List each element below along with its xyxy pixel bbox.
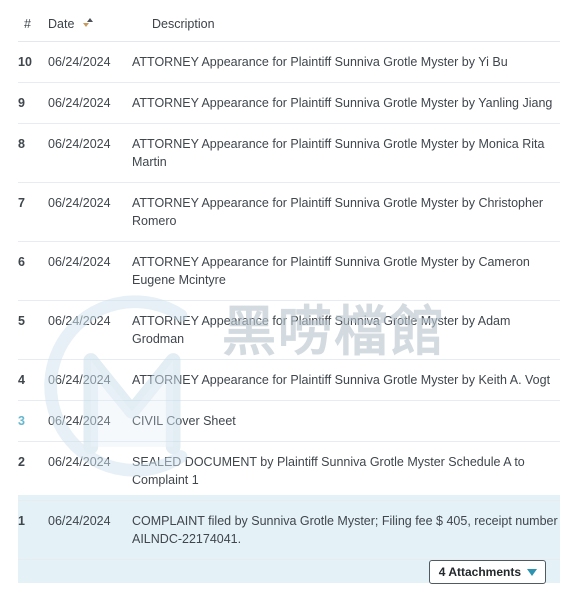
sort-down-arrow-icon xyxy=(82,23,89,27)
row-number: 10 xyxy=(18,41,48,83)
column-header-description-label: Description xyxy=(152,17,215,31)
table-row[interactable]: 3 06/24/2024 CIVIL Cover Sheet xyxy=(18,400,560,442)
column-header-number-label: # xyxy=(24,17,31,31)
attachments-cell: 4 Attachments xyxy=(18,560,560,597)
row-date: 06/24/2024 xyxy=(48,500,132,560)
row-description[interactable]: CIVIL Cover Sheet xyxy=(132,400,560,442)
row-number: 7 xyxy=(18,182,48,242)
row-number: 5 xyxy=(18,300,48,360)
row-number: 4 xyxy=(18,359,48,401)
row-number: 8 xyxy=(18,123,48,183)
row-description[interactable]: COMPLAINT filed by Sunniva Grotle Myster… xyxy=(132,500,560,560)
table-row[interactable]: 8 06/24/2024 ATTORNEY Appearance for Plain… xyxy=(18,123,560,183)
row-number: 2 xyxy=(18,441,48,501)
row-date: 06/24/2024 xyxy=(48,400,132,442)
docket-table-body: 10 06/24/2024 ATTORNEY Appearance for Plai… xyxy=(18,41,560,597)
column-header-number[interactable]: # xyxy=(18,13,48,42)
row-date: 06/24/2024 xyxy=(48,241,132,301)
row-date: 06/24/2024 xyxy=(48,123,132,183)
column-header-date-label: Date xyxy=(48,17,75,31)
attachments-dropdown-button[interactable]: 4 Attachments xyxy=(428,560,546,585)
row-number: 1 xyxy=(18,500,48,560)
row-description[interactable]: SEALED DOCUMENT by Plaintiff Sunniva Gro… xyxy=(132,441,560,501)
row-number: 6 xyxy=(18,241,48,301)
row-date: 06/24/2024 xyxy=(48,441,132,501)
attachments-align: 4 Attachments xyxy=(38,560,546,585)
row-date: 06/24/2024 xyxy=(48,359,132,401)
row-description[interactable]: ATTORNEY Appearance for Plaintiff Sunniv… xyxy=(132,123,560,183)
table-row[interactable]: 6 06/24/2024 ATTORNEY Appearance for Plain… xyxy=(18,241,560,301)
row-date: 06/24/2024 xyxy=(48,300,132,360)
table-row[interactable]: 4 06/24/2024 ATTORNEY Appearance for Plain… xyxy=(18,359,560,401)
table-row[interactable]: 1 06/24/2024 COMPLAINT filed by Sunniva Gr… xyxy=(18,500,560,560)
header-row: # Date Description xyxy=(18,13,560,42)
table-row[interactable]: 7 06/24/2024 ATTORNEY Appearance for Plain… xyxy=(18,182,560,242)
docket-table-header: # Date Description xyxy=(18,13,560,42)
attachments-button-label: 4 Attachments xyxy=(438,565,521,579)
row-description[interactable]: ATTORNEY Appearance for Plaintiff Sunniv… xyxy=(132,359,560,401)
table-row[interactable]: 5 06/24/2024 ATTORNEY Appearance for Plain… xyxy=(18,300,560,360)
docket-entries-panel: # Date Description 10 06/24/2024 ATTORNEY … xyxy=(0,0,572,615)
docket-table: # Date Description 10 06/24/2024 ATTORNEY … xyxy=(18,13,560,596)
row-description[interactable]: ATTORNEY Appearance for Plaintiff Sunniv… xyxy=(132,300,560,360)
attachments-row: 4 Attachments xyxy=(18,560,560,597)
row-number: 3 xyxy=(18,400,48,442)
row-description[interactable]: ATTORNEY Appearance for Plaintiff Sunniv… xyxy=(132,241,560,301)
row-date: 06/24/2024 xyxy=(48,82,132,124)
column-header-date[interactable]: Date xyxy=(48,13,132,42)
table-row[interactable]: 10 06/24/2024 ATTORNEY Appearance for Plai… xyxy=(18,41,560,83)
row-date: 06/24/2024 xyxy=(48,182,132,242)
row-description[interactable]: ATTORNEY Appearance for Plaintiff Sunniv… xyxy=(132,182,560,242)
row-date: 06/24/2024 xyxy=(48,41,132,83)
row-description[interactable]: ATTORNEY Appearance for Plaintiff Sunniv… xyxy=(132,41,560,83)
table-row[interactable]: 9 06/24/2024 ATTORNEY Appearance for Plain… xyxy=(18,82,560,124)
sort-ascending-icon[interactable] xyxy=(82,18,93,29)
row-number: 9 xyxy=(18,82,48,124)
chevron-down-icon xyxy=(527,568,537,576)
table-row[interactable]: 2 06/24/2024 SEALED DOCUMENT by Plaintiff … xyxy=(18,441,560,501)
column-header-description[interactable]: Description xyxy=(132,13,560,42)
sort-up-arrow-icon xyxy=(86,18,93,22)
docket-table-container: # Date Description 10 06/24/2024 ATTORNEY … xyxy=(18,13,560,596)
row-description[interactable]: ATTORNEY Appearance for Plaintiff Sunniv… xyxy=(132,82,560,124)
